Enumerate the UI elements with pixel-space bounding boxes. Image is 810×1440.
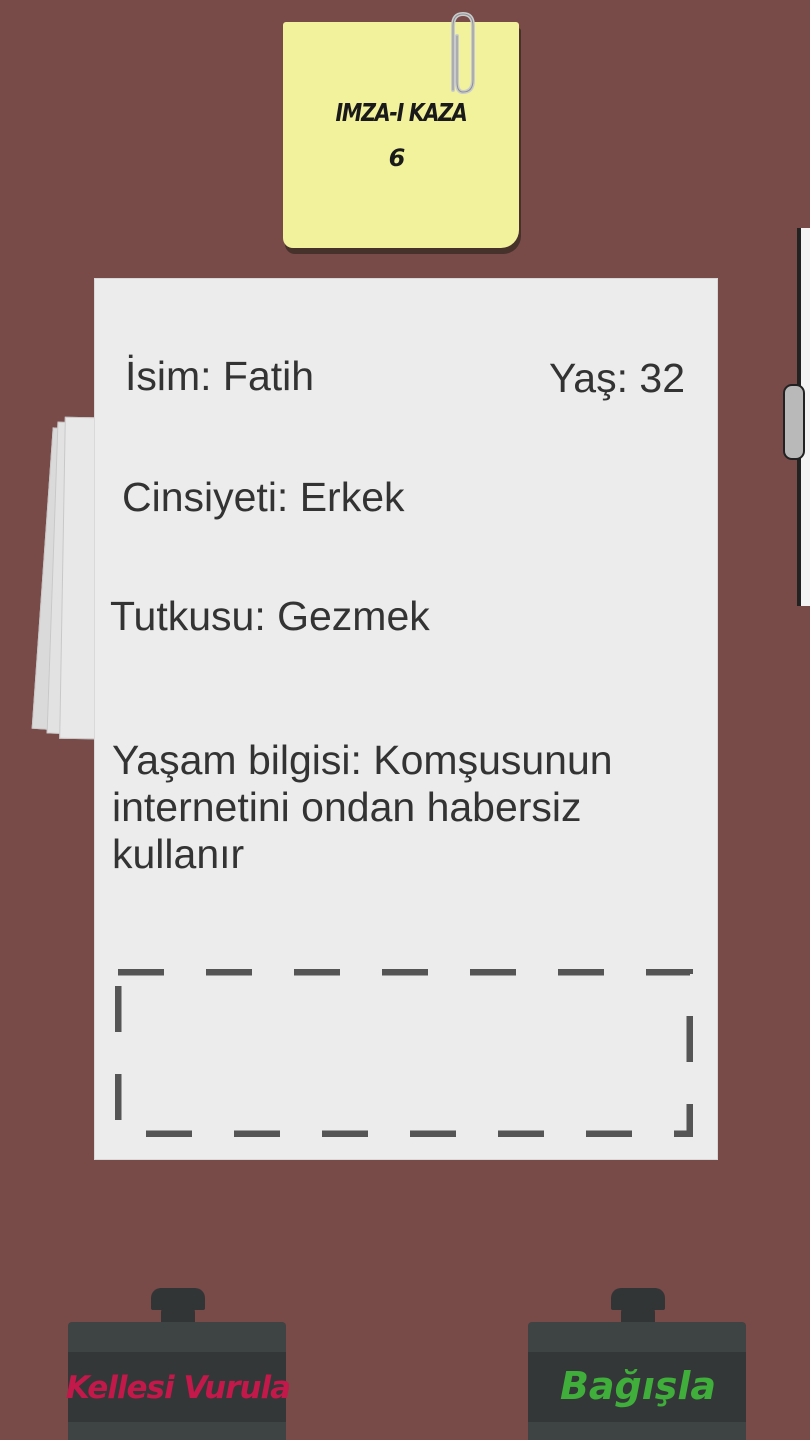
name-field: İsim: Fatih [125,353,315,399]
pardon-stamp-button[interactable]: Bağışla [528,1288,748,1440]
paperclip-icon [451,11,475,95]
passion-field: Tutkusu: Gezmek [110,593,430,639]
side-panel-handle[interactable] [783,384,805,460]
life-info-field: Yaşam bilgisi: Komşusunun internetini on… [112,737,613,877]
signature-box[interactable] [115,969,693,1137]
case-title: IMZA-I KAZA [335,98,468,127]
game-stage: İsim: Fatih Yaş: 32 Cinsiyeti: Erkek Tut… [0,0,810,1440]
case-sticky-note: IMZA-I KAZA 6 [283,11,523,254]
execute-stamp-button[interactable]: Kellesi Vurula [66,1288,291,1440]
age-field: Yaş: 32 [549,355,685,401]
case-number: 6 [388,144,406,172]
execute-label: Kellesi Vurula [65,1370,291,1406]
pardon-label: Bağışla [559,1364,717,1408]
citizen-document: İsim: Fatih Yaş: 32 Cinsiyeti: Erkek Tut… [95,279,717,1159]
sticky-paper [283,22,519,248]
gender-field: Cinsiyeti: Erkek [122,474,405,520]
